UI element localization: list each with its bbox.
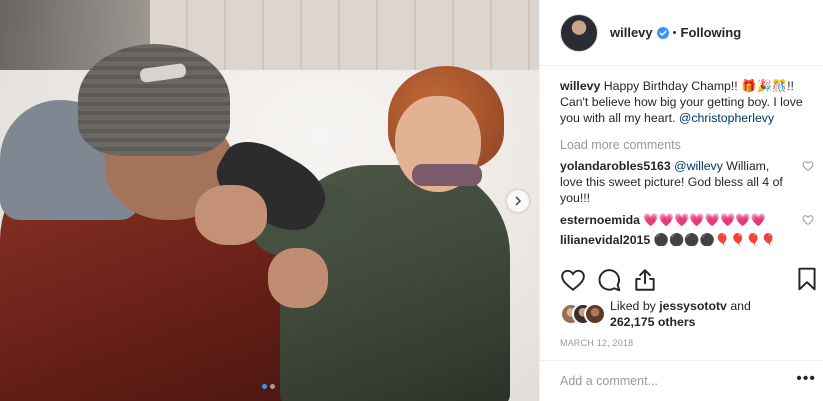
caption-mention[interactable]: @christopherlevy xyxy=(679,111,774,125)
header-username[interactable]: willevy xyxy=(610,25,653,40)
liker-username[interactable]: jessysototv xyxy=(659,299,727,313)
post-date[interactable]: MARCH 12, 2018 xyxy=(560,338,633,348)
post-side-panel: willevy • Following willevy Happy Birthd… xyxy=(539,0,823,401)
following-button[interactable]: Following xyxy=(681,25,742,40)
comment-input[interactable] xyxy=(560,374,790,388)
instagram-post: willevy • Following willevy Happy Birthd… xyxy=(0,0,823,401)
caption-username[interactable]: willevy xyxy=(560,79,600,93)
carousel-indicator xyxy=(262,384,275,389)
liker-avatars[interactable] xyxy=(560,303,608,325)
likes-conjunction: and xyxy=(730,299,751,313)
avatar xyxy=(584,303,606,325)
chevron-right-icon xyxy=(515,196,521,206)
likes-text: Liked by jessysototv and 262,175 others xyxy=(610,298,751,330)
bookmark-icon[interactable] xyxy=(794,266,820,292)
load-more-comments-button[interactable]: Load more comments xyxy=(560,138,818,152)
photo-man-hat xyxy=(78,44,230,156)
more-options-icon[interactable]: ••• xyxy=(796,371,816,387)
add-comment-bar: ••• xyxy=(540,360,823,401)
action-bar xyxy=(560,266,820,294)
comment-username[interactable]: lilianevidal2015 xyxy=(560,233,650,246)
post-photo[interactable] xyxy=(0,0,539,401)
header-separator: • xyxy=(672,26,677,39)
comment-username[interactable]: esternoemida xyxy=(560,213,640,227)
photo-boy-scarf xyxy=(412,164,482,186)
comment-username[interactable]: yolandarobles5163 xyxy=(560,159,671,173)
carousel-dot xyxy=(270,384,275,389)
list-item: lilianevidal2015 ⚫⚫⚫⚫🎈🎈🎈🎈✝✝✝✝ xyxy=(560,232,818,246)
share-icon[interactable] xyxy=(632,267,658,293)
carousel-dot xyxy=(262,384,267,389)
carousel-next-button[interactable] xyxy=(507,190,529,212)
heart-icon[interactable] xyxy=(560,267,586,293)
post-caption: willevy Happy Birthday Champ!! 🎁🎉🎊!! Can… xyxy=(560,78,818,126)
likes-summary: Liked by jessysototv and 262,175 others xyxy=(560,297,820,331)
list-item: esternoemida 💗💗💗💗💗💗💗💗 xyxy=(560,212,818,228)
avatar[interactable] xyxy=(560,13,598,52)
photo-man-hand xyxy=(195,185,267,245)
comment-text: 💗💗💗💗💗💗💗💗 xyxy=(643,213,766,227)
comment-like-heart-icon[interactable] xyxy=(802,214,814,226)
likes-prefix: Liked by xyxy=(610,299,656,313)
verified-badge-icon xyxy=(656,26,669,39)
likes-count[interactable]: 262,175 others xyxy=(610,315,695,329)
comment-like-heart-icon[interactable] xyxy=(802,160,814,172)
photo-man-hand-lower xyxy=(268,248,328,308)
comment-icon[interactable] xyxy=(596,267,622,293)
list-item: yolandarobles5163 @willevy William, love… xyxy=(560,158,818,206)
comments-list[interactable]: willevy Happy Birthday Champ!! 🎁🎉🎊!! Can… xyxy=(560,78,818,258)
post-header: willevy • Following xyxy=(540,0,823,66)
comment-mention[interactable]: @willevy xyxy=(674,159,723,173)
